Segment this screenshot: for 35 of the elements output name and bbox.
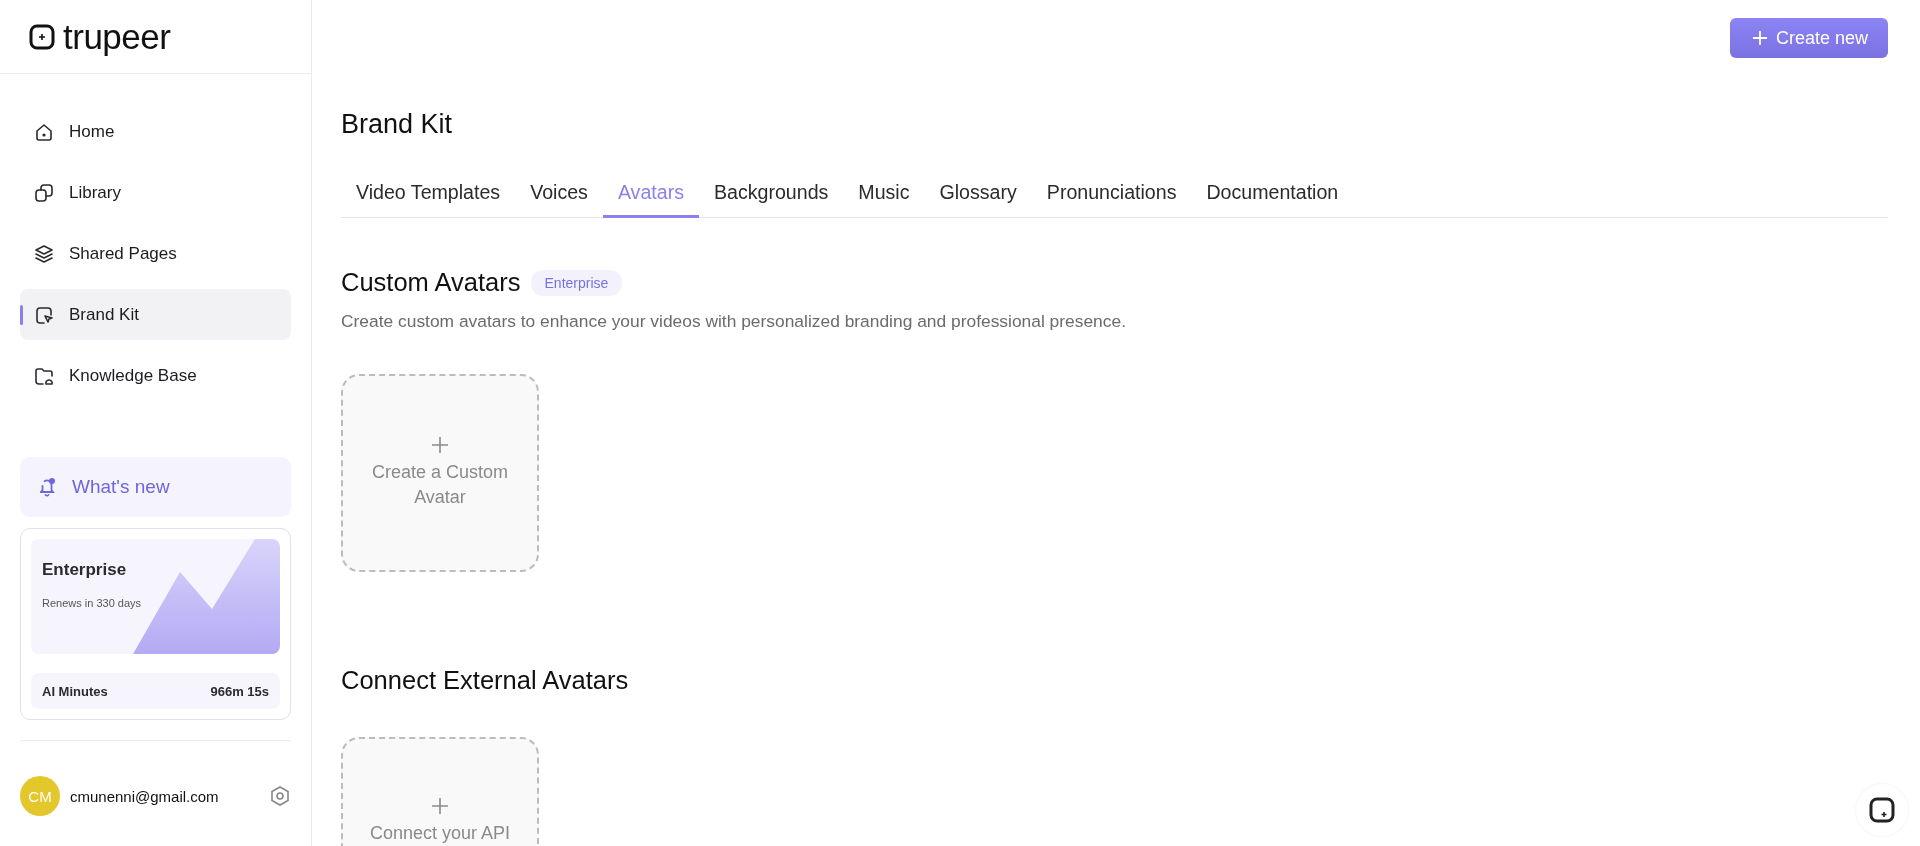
section-description: Create custom avatars to enhance your videos with personalized branding and professional presence. xyxy=(341,311,1127,332)
add-square-icon xyxy=(1869,797,1895,823)
usage-label: AI Minutes xyxy=(42,683,108,699)
page-title: Brand Kit xyxy=(341,108,454,140)
plus-icon xyxy=(431,797,449,815)
section-title: Connect External Avatars xyxy=(341,666,629,695)
tab[interactable]: Voices xyxy=(515,167,603,217)
logo-text: trupeer xyxy=(63,16,171,57)
renewal-text: Renews in 330 days xyxy=(42,597,142,609)
tab[interactable]: Pronunciations xyxy=(1031,167,1192,217)
settings-icon[interactable] xyxy=(269,785,291,807)
stacked-squares-icon xyxy=(33,181,55,204)
usage-value: 966m 15s xyxy=(210,683,269,699)
plus-icon xyxy=(1751,30,1768,46)
sidebar-item[interactable]: Knowledge Base xyxy=(20,350,291,401)
logo-icon xyxy=(29,23,55,50)
whats-new-button[interactable]: What's new xyxy=(20,457,291,517)
plan-badge: Enterprise xyxy=(530,269,623,296)
tab[interactable]: Music xyxy=(843,167,925,217)
tab[interactable]: Glossary xyxy=(924,167,1032,217)
tab[interactable]: Documentation xyxy=(1191,167,1354,217)
sidebar-item[interactable]: Library xyxy=(20,167,291,218)
user-avatar: CM xyxy=(20,776,60,816)
section-title: Custom Avatars xyxy=(341,268,521,297)
user-email: cmunenni@gmail.com xyxy=(70,787,220,805)
layers-icon xyxy=(33,242,55,265)
sidebar-item[interactable]: Brand Kit xyxy=(20,289,291,340)
sidebar-item[interactable]: Shared Pages xyxy=(20,228,291,279)
tab[interactable]: Backgrounds xyxy=(698,167,844,217)
create-new-button[interactable]: Create new xyxy=(1729,18,1888,58)
tab[interactable]: Video Templates xyxy=(341,167,516,217)
sidebar-item[interactable]: Home xyxy=(20,106,291,157)
plan-name: Enterprise xyxy=(42,560,127,580)
floating-button[interactable] xyxy=(1856,784,1908,836)
plus-icon xyxy=(431,436,449,454)
